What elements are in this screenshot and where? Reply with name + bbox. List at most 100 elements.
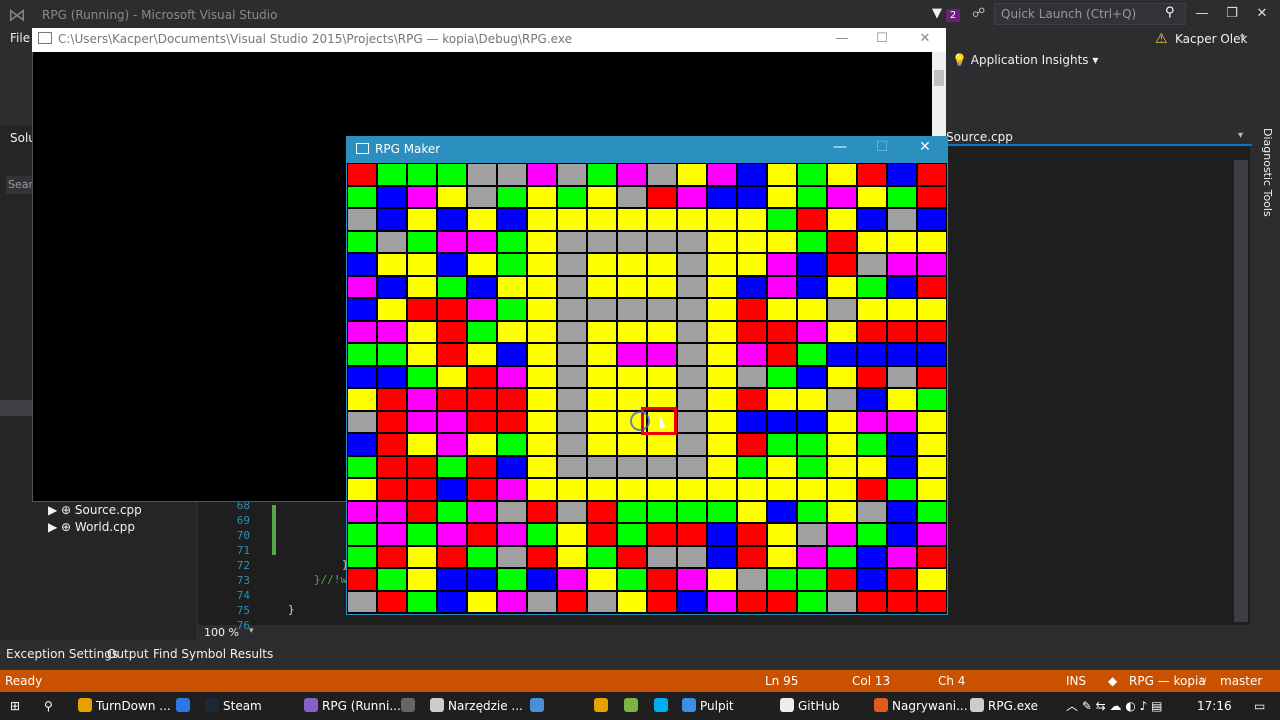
tile[interactable] (857, 365, 887, 388)
tile[interactable] (737, 320, 767, 343)
tile[interactable] (857, 590, 887, 613)
tile[interactable] (677, 208, 707, 231)
tile[interactable] (707, 320, 737, 343)
tile[interactable] (437, 590, 467, 613)
tab-exception-settings[interactable]: Exception Settings (6, 647, 118, 661)
tile[interactable] (617, 365, 647, 388)
tile[interactable] (827, 590, 857, 613)
tile[interactable] (827, 365, 857, 388)
tile[interactable] (647, 320, 677, 343)
tile[interactable] (557, 478, 587, 501)
tile[interactable] (647, 433, 677, 456)
tile[interactable] (377, 185, 407, 208)
tile[interactable] (797, 410, 827, 433)
tile[interactable] (497, 523, 527, 546)
tile[interactable] (827, 545, 857, 568)
tile[interactable] (857, 500, 887, 523)
tile[interactable] (647, 163, 677, 186)
tile[interactable] (677, 230, 707, 253)
editor-scrollbar[interactable] (1234, 160, 1248, 622)
tile[interactable] (737, 298, 767, 321)
tile[interactable] (887, 185, 917, 208)
tile[interactable] (647, 545, 677, 568)
tile[interactable] (527, 365, 557, 388)
tile[interactable] (377, 545, 407, 568)
tile[interactable] (407, 410, 437, 433)
tile[interactable] (737, 163, 767, 186)
tile[interactable] (797, 523, 827, 546)
tile[interactable] (347, 230, 377, 253)
tile[interactable] (437, 163, 467, 186)
tile[interactable] (647, 253, 677, 276)
tile[interactable] (767, 545, 797, 568)
tile[interactable] (767, 343, 797, 366)
tile[interactable] (557, 253, 587, 276)
chevron-down-icon[interactable]: ▾ (1238, 130, 1243, 141)
taskbar-item[interactable] (590, 692, 612, 720)
tile[interactable] (707, 455, 737, 478)
tile[interactable] (377, 433, 407, 456)
tile[interactable] (617, 320, 647, 343)
tile[interactable] (347, 343, 377, 366)
chevron-down-icon[interactable]: ▾ (1240, 32, 1245, 43)
tile[interactable] (347, 500, 377, 523)
tile[interactable] (737, 433, 767, 456)
tile[interactable] (437, 545, 467, 568)
tile[interactable] (767, 523, 797, 546)
tile[interactable] (707, 478, 737, 501)
taskbar-item[interactable]: TurnDown ... (74, 692, 171, 720)
tile[interactable] (827, 230, 857, 253)
tile[interactable] (527, 590, 557, 613)
tile[interactable] (347, 523, 377, 546)
tile[interactable] (437, 230, 467, 253)
tile[interactable] (587, 388, 617, 411)
tile[interactable] (767, 365, 797, 388)
tile[interactable] (467, 410, 497, 433)
tile[interactable] (407, 298, 437, 321)
tile[interactable] (797, 545, 827, 568)
tile[interactable] (737, 343, 767, 366)
tile[interactable] (557, 545, 587, 568)
tile[interactable] (647, 523, 677, 546)
tile[interactable] (497, 500, 527, 523)
tile[interactable] (707, 568, 737, 591)
taskbar-item[interactable] (397, 692, 419, 720)
tile[interactable] (827, 298, 857, 321)
tile[interactable] (347, 590, 377, 613)
tile[interactable] (407, 433, 437, 456)
tile[interactable] (497, 163, 527, 186)
tile[interactable] (617, 545, 647, 568)
tile[interactable] (557, 388, 587, 411)
tile[interactable] (647, 478, 677, 501)
tile[interactable] (407, 185, 437, 208)
tile[interactable] (737, 545, 767, 568)
tile[interactable] (857, 455, 887, 478)
tree-item-world-cpp[interactable]: ▶ ⊕ World.cpp (48, 520, 135, 534)
notification-flag-icon[interactable]: ▼ (932, 6, 942, 21)
tile[interactable] (497, 433, 527, 456)
tile[interactable] (437, 523, 467, 546)
status-project[interactable]: RPG — kopia (1129, 674, 1206, 688)
tile[interactable] (797, 478, 827, 501)
tile[interactable] (467, 568, 497, 591)
search-icon[interactable]: ⚲ (40, 692, 53, 720)
tile[interactable] (647, 343, 677, 366)
tile[interactable] (707, 298, 737, 321)
tile[interactable] (647, 185, 677, 208)
tile[interactable] (347, 208, 377, 231)
tile[interactable] (707, 433, 737, 456)
tile[interactable] (617, 163, 647, 186)
maximize-button[interactable]: ❐ (1220, 4, 1244, 24)
tile[interactable] (647, 298, 677, 321)
tile[interactable] (767, 163, 797, 186)
tile[interactable] (557, 500, 587, 523)
tile[interactable] (917, 163, 947, 186)
taskbar-item[interactable]: RPG.exe (966, 692, 1038, 720)
tile[interactable] (707, 185, 737, 208)
tile[interactable] (557, 455, 587, 478)
tile[interactable] (647, 590, 677, 613)
tile[interactable] (347, 455, 377, 478)
tile[interactable] (347, 478, 377, 501)
tile[interactable] (347, 320, 377, 343)
tile[interactable] (587, 523, 617, 546)
